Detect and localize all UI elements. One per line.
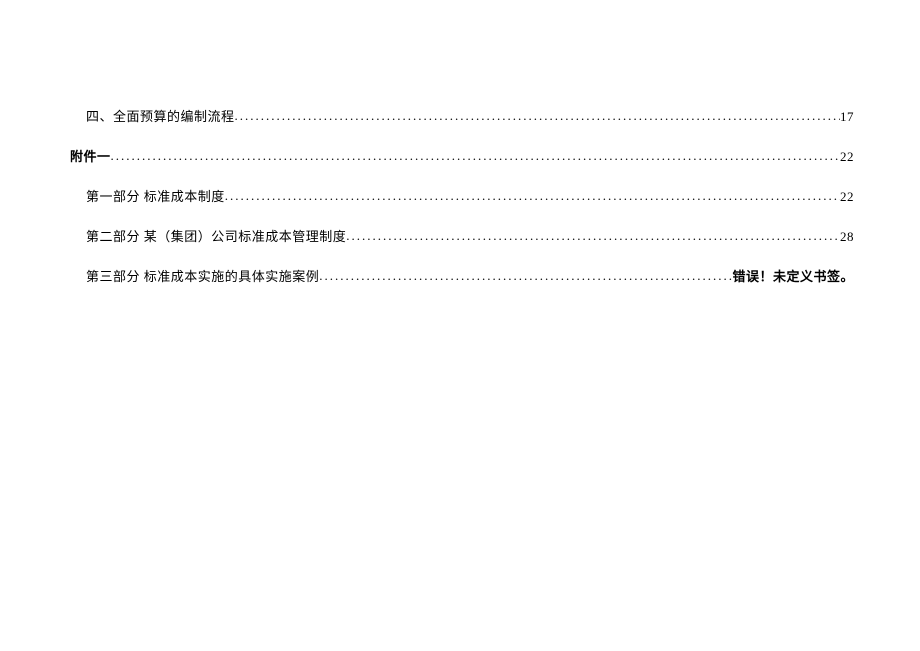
toc-entry: 第二部分 某（集团）公司标准成本管理制度 28 (70, 226, 854, 245)
toc-leader-dots (111, 148, 840, 161)
toc-leader-dots (225, 188, 840, 201)
toc-page-number: 17 (840, 109, 854, 125)
toc-title: 四、全面预算的编制流程 (86, 106, 235, 125)
toc-title: 附件一 (70, 146, 111, 165)
toc-entry: 附件一 22 (70, 146, 854, 165)
toc-title: 第二部分 某（集团）公司标准成本管理制度 (86, 226, 346, 245)
toc-entry: 第三部分 标准成本实施的具体实施案例 错误！未定义书签。 (70, 266, 854, 285)
toc-page-number: 28 (840, 229, 854, 245)
toc-title: 第一部分 标准成本制度 (86, 186, 225, 205)
toc-page-error: 错误！未定义书签。 (732, 266, 854, 285)
toc-entry: 第一部分 标准成本制度 22 (70, 186, 854, 205)
toc-leader-dots (319, 268, 732, 281)
toc-leader-dots (346, 228, 840, 241)
toc-entry: 四、全面预算的编制流程 17 (70, 106, 854, 125)
toc-page-number: 22 (840, 189, 854, 205)
toc-title: 第三部分 标准成本实施的具体实施案例 (86, 266, 319, 285)
toc-page-number: 22 (840, 149, 854, 165)
toc-leader-dots (235, 108, 840, 121)
